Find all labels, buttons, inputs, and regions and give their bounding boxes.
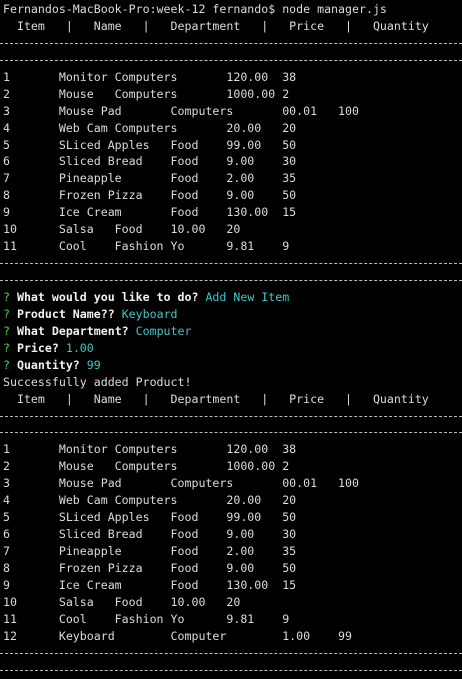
table-row: 2 Mouse Computers 1000.00 2 bbox=[3, 86, 290, 101]
prompt-line: ? Product Name?? Keyboard bbox=[0, 306, 462, 323]
table-row: 7 Pineapple Food 2.00 35 bbox=[3, 544, 297, 558]
product-table-after: 1 Monitor Computers 120.00 38 2 Mouse Com… bbox=[0, 441, 462, 644]
table-row: 6 Sliced Bread Food 9.00 30 bbox=[3, 154, 297, 169]
dashed-separator bbox=[0, 52, 462, 69]
table-row: 12 Keyboard Computer 1.00 99 bbox=[3, 628, 353, 643]
table-row: 1 Monitor Computers 120.00 38 bbox=[3, 442, 297, 457]
dashed-separator bbox=[0, 255, 462, 272]
table-row: 11 Cool Fashion Yo 9.81 9 bbox=[3, 611, 290, 626]
table-row: 11 Cool Fashion Yo 9.81 9 bbox=[3, 239, 290, 254]
dashed-separator bbox=[0, 662, 462, 679]
question-mark-icon: ? bbox=[3, 306, 10, 321]
table-row: 7 Pineapple Food 2.00 35 bbox=[3, 171, 297, 186]
prompt-question: Product Name?? bbox=[16, 306, 115, 321]
dashed-separator bbox=[0, 645, 462, 662]
dashed-separator bbox=[0, 408, 462, 425]
prompt-line: ? Price? 1.00 bbox=[0, 340, 462, 357]
prompt-answer: 1.00 bbox=[65, 340, 94, 355]
prompt-question: What Department? bbox=[16, 323, 129, 338]
prompt-line: ? What Department? Computer bbox=[0, 323, 462, 340]
dashed-separator bbox=[0, 35, 462, 52]
table-row: 10 Salsa Food 10.00 20 bbox=[3, 594, 241, 609]
prompt-question: What would you like to do? bbox=[16, 289, 199, 304]
table-row: 4 Web Cam Computers 20.00 20 bbox=[3, 120, 297, 135]
success-message: Successfully added Product! bbox=[3, 374, 192, 389]
dashed-separator bbox=[0, 272, 462, 289]
table-row: 9 Ice Cream Food 130.00 15 bbox=[3, 205, 297, 220]
product-table-before: 1 Monitor Computers 120.00 38 2 Mouse Com… bbox=[0, 69, 462, 255]
question-mark-icon: ? bbox=[3, 357, 10, 372]
prompt-answer: Add New Item bbox=[205, 289, 290, 304]
prompt-question: Price? bbox=[16, 340, 59, 355]
table-row: 1 Monitor Computers 120.00 38 bbox=[3, 69, 297, 84]
prompt-line: ? What would you like to do? Add New Ite… bbox=[0, 289, 462, 306]
question-mark-icon: ? bbox=[3, 289, 10, 304]
prompt-list: ? What would you like to do? Add New Ite… bbox=[0, 289, 462, 374]
question-mark-icon: ? bbox=[3, 340, 10, 355]
table-row: 6 Sliced Bread Food 9.00 30 bbox=[3, 527, 297, 542]
table-row: 5 SLiced Apples Food 99.00 50 bbox=[3, 510, 297, 525]
table-row: 10 Salsa Food 10.00 20 bbox=[3, 222, 241, 237]
prompt-line: ? Quantity? 99 bbox=[0, 357, 462, 374]
question-mark-icon: ? bbox=[3, 323, 10, 338]
terminal-window[interactable]: Fernandos-MacBook-Pro:week-12 fernando$ … bbox=[0, 0, 462, 678]
table-row: 9 Ice Cream Food 130.00 15 bbox=[3, 577, 297, 592]
command-line: Fernandos-MacBook-Pro:week-12 fernando$ … bbox=[3, 2, 387, 16]
table-row: 2 Mouse Computers 1000.00 2 bbox=[3, 459, 290, 474]
prompt-question: Quantity? bbox=[16, 357, 80, 372]
table-header: Item | Name | Department | Price | Quant… bbox=[3, 391, 429, 406]
table-header: Item | Name | Department | Price | Quant… bbox=[3, 18, 429, 33]
prompt-answer: Keyboard bbox=[121, 306, 178, 321]
table-row: 8 Frozen Pizza Food 9.00 50 bbox=[3, 560, 297, 575]
table-row: 3 Mouse Pad Computers 00.01 100 bbox=[3, 476, 359, 491]
table-row: 4 Web Cam Computers 20.00 20 bbox=[3, 493, 297, 508]
prompt-answer: Computer bbox=[135, 323, 192, 338]
prompt-answer: 99 bbox=[86, 357, 101, 372]
table-row: 3 Mouse Pad Computers 00.01 100 bbox=[3, 103, 359, 118]
table-row: 8 Frozen Pizza Food 9.00 50 bbox=[3, 188, 297, 203]
dashed-separator bbox=[0, 424, 462, 441]
table-row: 5 SLiced Apples Food 99.00 50 bbox=[3, 137, 297, 152]
